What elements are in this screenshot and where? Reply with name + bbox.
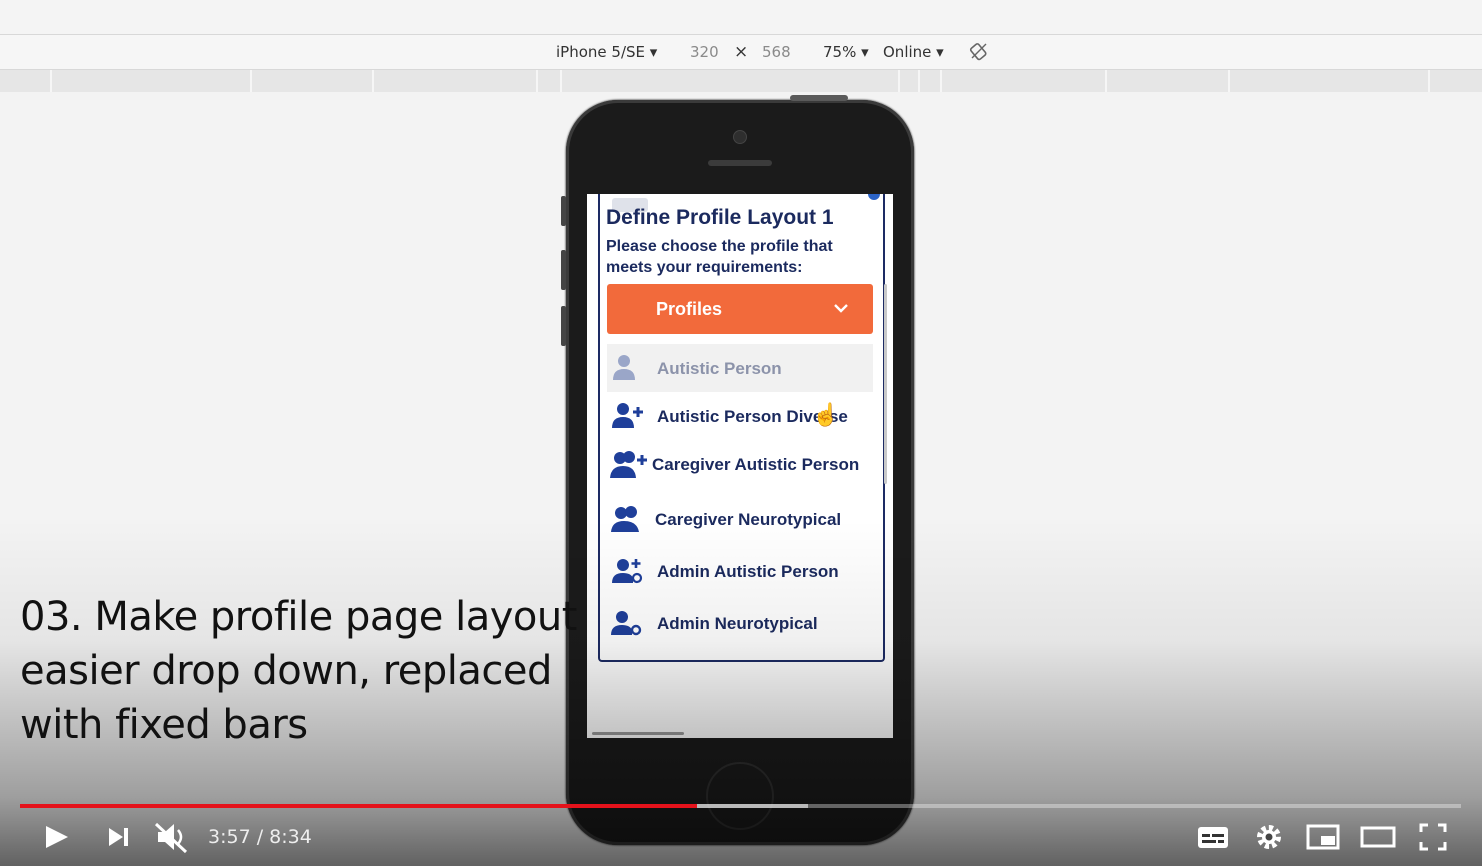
device-toolbar: iPhone 5/SE ▾ 320 × 568 75% ▾ Online ▾ [0, 34, 1482, 70]
volume-down-button [561, 306, 566, 346]
mute-icon[interactable] [152, 818, 192, 856]
video-caption: 03. Make profile page layout easier drop… [20, 594, 577, 748]
profile-item-admin-neurotypical[interactable]: Admin Neurotypical [607, 599, 873, 647]
profile-item-caregiver-autistic-person[interactable]: Caregiver Autistic Person [607, 440, 873, 488]
profile-item-label: Caregiver Autistic Person [652, 455, 860, 474]
home-button[interactable] [706, 762, 774, 830]
profile-card: Define Profile Layout 1 Please choose th… [598, 194, 885, 662]
admin-gear-icon [611, 609, 647, 637]
chevron-down-icon [831, 298, 851, 323]
profile-item-label: Admin Autistic Person [657, 562, 839, 581]
played-bar [20, 804, 698, 808]
profile-item-label: Admin Neurotypical [657, 614, 818, 633]
duration: 8:34 [269, 826, 312, 848]
page-subtitle: Please choose the profile that meets you… [606, 238, 833, 276]
time-separator: / [250, 826, 270, 848]
horizontal-scrollbar[interactable] [592, 732, 684, 735]
fullscreen-icon[interactable] [1417, 818, 1449, 856]
speaker [708, 160, 772, 166]
time-display: 3:57 / 8:34 [208, 826, 312, 848]
phone-frame: Define Profile Layout 1 Please choose th… [561, 95, 914, 845]
next-button[interactable] [103, 818, 133, 856]
profile-item-label: Autistic Person [657, 359, 782, 378]
network-select[interactable]: Online ▾ [883, 43, 944, 61]
user-plus-icon [611, 402, 647, 430]
users-icon [611, 505, 647, 533]
theater-mode-icon[interactable] [1360, 818, 1396, 856]
mute-switch [561, 196, 566, 226]
profile-item-label: Caregiver Neurotypical [655, 510, 842, 529]
admin-plus-icon [611, 557, 647, 585]
device-select[interactable]: iPhone 5/SE ▾ [556, 43, 657, 61]
subtitles-icon[interactable] [1196, 818, 1230, 856]
page-title: Define Profile Layout 1 [606, 206, 834, 229]
power-button [790, 95, 848, 101]
play-button[interactable] [40, 818, 72, 856]
users-plus-icon [609, 450, 649, 478]
profile-item-autistic-person[interactable]: Autistic Person [607, 344, 873, 392]
hand-cursor-icon: ☝ [812, 402, 840, 427]
camera [733, 130, 747, 144]
height-field[interactable]: 568 [762, 43, 791, 61]
profile-item-admin-autistic-person[interactable]: Admin Autistic Person [607, 547, 873, 595]
miniplayer-icon[interactable] [1306, 818, 1340, 856]
progress-bar[interactable] [20, 804, 1461, 808]
current-time: 3:57 [208, 826, 251, 848]
profiles-dropdown[interactable]: Profiles [607, 284, 873, 334]
settings-gear-icon[interactable] [1253, 818, 1285, 856]
width-field[interactable]: 320 [690, 43, 719, 61]
info-badge [868, 194, 880, 200]
vertical-scrollbar[interactable] [884, 284, 887, 484]
profile-item-caregiver-neurotypical[interactable]: Caregiver Neurotypical [607, 495, 873, 543]
times-sign: × [734, 42, 749, 62]
rotate-icon[interactable] [969, 41, 989, 65]
phone-screen: Define Profile Layout 1 Please choose th… [587, 194, 893, 738]
volume-up-button [561, 250, 566, 290]
media-query-ruler [0, 70, 1482, 92]
zoom-select[interactable]: 75% ▾ [823, 43, 869, 61]
dropdown-label: Profiles [656, 299, 723, 319]
user-icon [611, 354, 647, 382]
